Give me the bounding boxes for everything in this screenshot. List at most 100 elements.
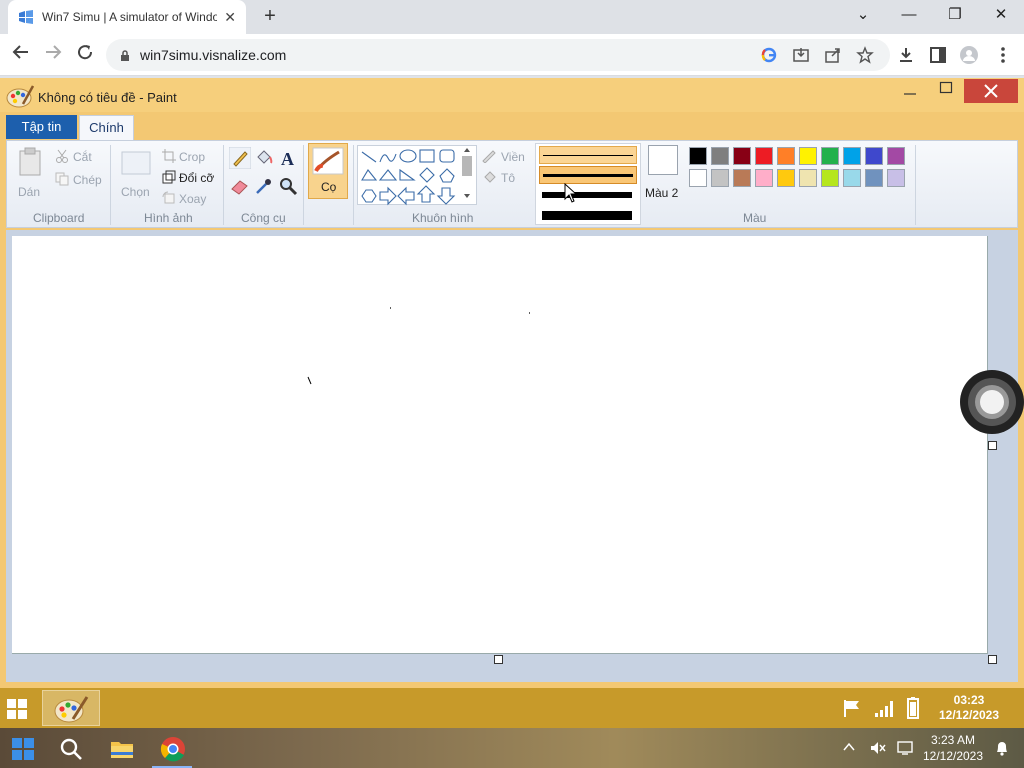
color-swatch[interactable] bbox=[689, 147, 707, 165]
new-tab-button[interactable]: + bbox=[258, 4, 282, 28]
brush-button[interactable]: Cọ bbox=[308, 143, 348, 199]
color-picker-icon[interactable] bbox=[253, 175, 275, 197]
tab-file[interactable]: Tập tin bbox=[6, 115, 77, 139]
forward-button[interactable] bbox=[40, 42, 66, 68]
magnifier-icon[interactable] bbox=[277, 175, 299, 197]
color-swatch[interactable] bbox=[733, 147, 751, 165]
color-swatch[interactable] bbox=[733, 169, 751, 187]
cut-label[interactable]: Cắt bbox=[73, 150, 92, 164]
paint-maximize-button[interactable] bbox=[932, 80, 960, 102]
paste-label[interactable]: Dán bbox=[18, 185, 40, 199]
resize-handle-corner[interactable] bbox=[988, 655, 997, 664]
host-clock[interactable]: 3:23 AM 12/12/2023 bbox=[920, 732, 986, 764]
google-icon[interactable] bbox=[760, 46, 778, 64]
color-swatch[interactable] bbox=[821, 147, 839, 165]
paint-window: Không có tiêu đề - Paint Tập tin Chính D… bbox=[0, 78, 1024, 742]
size-dropdown[interactable] bbox=[535, 143, 641, 225]
color-swatch[interactable] bbox=[887, 169, 905, 187]
reload-button[interactable] bbox=[72, 42, 98, 68]
color-swatch[interactable] bbox=[711, 169, 729, 187]
color-swatch[interactable] bbox=[799, 169, 817, 187]
share-icon[interactable] bbox=[824, 46, 842, 64]
color-swatch[interactable] bbox=[755, 147, 773, 165]
tab-search-icon[interactable]: ⌄ bbox=[840, 0, 886, 30]
network-display-icon[interactable] bbox=[896, 740, 914, 756]
volume-muted-icon[interactable] bbox=[870, 740, 886, 756]
color-swatch[interactable] bbox=[799, 147, 817, 165]
eraser-icon[interactable] bbox=[229, 175, 251, 197]
outline-icon[interactable] bbox=[481, 149, 497, 163]
downloads-icon[interactable] bbox=[897, 46, 915, 64]
action-center-flag-icon[interactable] bbox=[842, 698, 862, 718]
notification-bell-icon[interactable] bbox=[994, 740, 1010, 756]
back-button[interactable] bbox=[8, 42, 34, 68]
chrome-icon[interactable] bbox=[160, 736, 186, 762]
floating-home-button[interactable] bbox=[960, 370, 1024, 434]
color-swatch[interactable] bbox=[689, 169, 707, 187]
crop-label[interactable]: Crop bbox=[179, 150, 205, 164]
shapes-gallery[interactable] bbox=[357, 145, 477, 206]
mouse-cursor-icon bbox=[564, 183, 576, 203]
tab-home[interactable]: Chính bbox=[79, 115, 134, 140]
address-bar[interactable]: win7simu.visnalize.com bbox=[106, 39, 890, 71]
search-icon[interactable] bbox=[58, 736, 84, 762]
color-swatch[interactable] bbox=[843, 147, 861, 165]
select-icon[interactable] bbox=[121, 151, 151, 175]
rotate-label[interactable]: Xoay bbox=[179, 192, 206, 206]
color-swatch[interactable] bbox=[821, 169, 839, 187]
fill-bucket-icon[interactable] bbox=[253, 147, 275, 169]
taskbar-paint-button[interactable] bbox=[42, 690, 100, 726]
network-signal-icon[interactable] bbox=[874, 698, 896, 718]
crop-icon[interactable] bbox=[162, 149, 176, 163]
color-swatch[interactable] bbox=[777, 169, 795, 187]
battery-icon[interactable] bbox=[906, 696, 920, 720]
resize-icon[interactable] bbox=[162, 170, 176, 184]
color2-label[interactable]: Màu 2 bbox=[645, 186, 678, 200]
file-explorer-icon[interactable] bbox=[109, 736, 135, 762]
side-panel-icon[interactable] bbox=[929, 46, 947, 64]
cut-icon[interactable] bbox=[55, 149, 69, 163]
windows-start-icon[interactable] bbox=[10, 736, 36, 762]
size-option-4[interactable] bbox=[539, 206, 637, 224]
text-icon[interactable]: A bbox=[277, 147, 299, 169]
fill-label[interactable]: Tô bbox=[501, 171, 515, 185]
window-close-button[interactable]: ✕ bbox=[978, 0, 1024, 30]
paint-minimize-button[interactable] bbox=[896, 82, 924, 102]
paint-close-button[interactable] bbox=[964, 79, 1018, 103]
more-menu-icon[interactable] bbox=[994, 46, 1012, 64]
copy-label[interactable]: Chép bbox=[73, 173, 102, 187]
bookmark-star-icon[interactable] bbox=[856, 46, 874, 64]
resize-label[interactable]: Đổi cỡ bbox=[179, 171, 214, 185]
color-swatch[interactable] bbox=[843, 169, 861, 187]
browser-tabstrip: Win7 Simu | A simulator of Windows 7 ✕ +… bbox=[0, 0, 1024, 34]
drawing-canvas[interactable] bbox=[12, 236, 988, 654]
resize-handle-right[interactable] bbox=[988, 441, 997, 450]
size-option-2[interactable] bbox=[539, 166, 637, 184]
win7-clock[interactable]: 03:23 12/12/2023 bbox=[930, 693, 1008, 723]
color-swatch[interactable] bbox=[711, 147, 729, 165]
fill-icon[interactable] bbox=[481, 169, 497, 183]
size-option-1[interactable] bbox=[539, 146, 637, 164]
resize-handle-bottom-center[interactable] bbox=[494, 655, 503, 664]
outline-label[interactable]: Viền bbox=[501, 150, 525, 164]
tab-close-icon[interactable]: ✕ bbox=[224, 9, 236, 26]
color-swatch[interactable] bbox=[755, 169, 773, 187]
color2-swatch[interactable] bbox=[648, 145, 678, 175]
color-swatch[interactable] bbox=[865, 169, 883, 187]
install-app-icon[interactable] bbox=[792, 46, 810, 64]
pencil-icon[interactable] bbox=[229, 147, 251, 169]
window-restore-button[interactable]: ❐ bbox=[932, 0, 978, 30]
win7-start-icon[interactable] bbox=[6, 698, 28, 720]
size-option-3[interactable] bbox=[539, 186, 637, 204]
copy-icon[interactable] bbox=[55, 172, 69, 186]
window-minimize-button[interactable]: — bbox=[886, 0, 932, 30]
chevron-up-icon[interactable] bbox=[842, 740, 856, 754]
color-swatch[interactable] bbox=[777, 147, 795, 165]
select-label[interactable]: Chọn bbox=[121, 185, 150, 199]
profile-avatar-icon[interactable] bbox=[960, 46, 978, 64]
color-swatch[interactable] bbox=[865, 147, 883, 165]
rotate-icon[interactable] bbox=[162, 191, 176, 205]
color-swatch[interactable] bbox=[887, 147, 905, 165]
paste-icon[interactable] bbox=[17, 147, 43, 177]
browser-tab[interactable]: Win7 Simu | A simulator of Windows 7 ✕ bbox=[8, 0, 246, 34]
